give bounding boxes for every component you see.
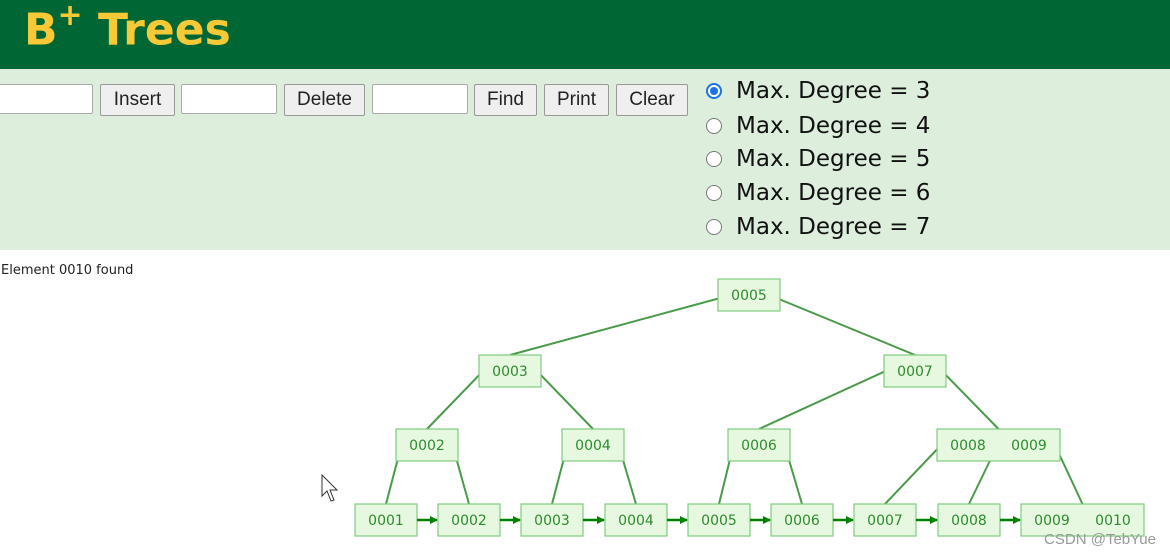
node-key: 0004 [618,513,654,529]
node-key: 0010 [1095,513,1131,529]
node-key: 0007 [897,364,933,380]
tree-edge [773,296,916,356]
leaf-node: 0006 [770,503,834,537]
node-key: 0002 [451,513,487,529]
internal-node: 0008 0009 [936,428,1061,462]
node-key: 0009 [1034,513,1070,529]
node-key: 0008 [950,438,986,454]
tree-edge [939,368,1000,430]
leaf-node: 0008 [937,503,1001,537]
node-key: 0005 [701,513,737,529]
mouse-cursor-icon [321,474,339,502]
node-key: 0008 [951,513,987,529]
watermark: CSDN @TebYue [1044,531,1156,548]
internal-node: 0005 [717,278,781,312]
internal-node: 0006 [727,428,791,462]
node-key: 0003 [534,513,570,529]
tree-edge [534,368,594,430]
tree-edge [884,442,944,505]
leaf-node: 0003 [520,503,584,537]
node-key: 0007 [867,513,903,529]
tree-edges [385,296,1084,505]
internal-node: 0002 [395,428,459,462]
tree-edge [509,296,725,356]
internal-node: 0004 [561,428,625,462]
leaf-node: 0005 [687,503,751,537]
node-key: 0006 [784,513,820,529]
leaf-node: 0004 [604,503,668,537]
internal-node: 0007 [883,354,947,388]
leaf-node: 0007 [853,503,917,537]
node-key: 0003 [492,364,528,380]
node-key: 0001 [368,513,404,529]
leaf-node: 0001 [354,503,418,537]
node-key: 0002 [409,438,445,454]
node-key: 0005 [731,288,767,304]
tree-edge [426,368,486,430]
node-key: 0006 [741,438,777,454]
tree-edge [758,368,891,430]
leaf-node: 0002 [437,503,501,537]
bplus-tree-diagram: 0005 0003 0007 0002 0004 0006 0008 0009 0001 0002… [354,278,1145,537]
node-key: 0004 [575,438,611,454]
internal-node: 0003 [478,354,542,388]
node-key: 0009 [1011,438,1047,454]
